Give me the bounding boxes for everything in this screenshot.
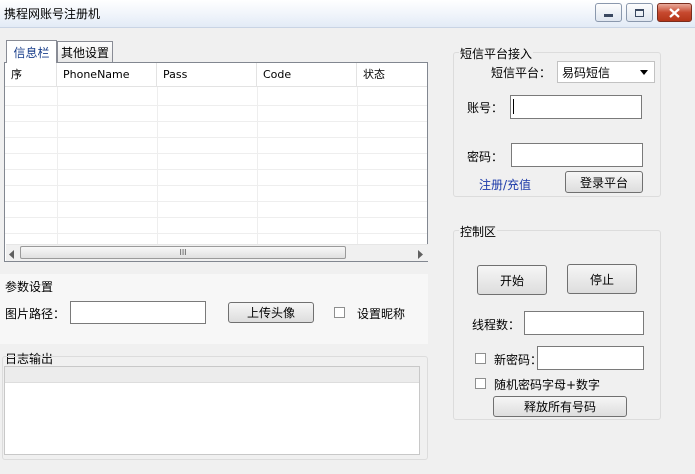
- column-header-index[interactable]: 序: [5, 63, 57, 87]
- new-password-label: 新密码：: [494, 353, 543, 367]
- scroll-right-button[interactable]: [416, 248, 424, 262]
- start-label: 开始: [499, 273, 524, 288]
- grid-line: [157, 87, 158, 244]
- image-path-label: 图片路径：: [5, 307, 66, 321]
- password-input[interactable]: [511, 143, 643, 167]
- grid-line: [5, 169, 427, 170]
- arrow-right-icon: [418, 250, 423, 259]
- release-all-numbers-button[interactable]: 释放所有号码: [493, 396, 627, 417]
- tab-other-settings[interactable]: 其他设置: [57, 41, 113, 63]
- column-header-pass[interactable]: Pass: [157, 63, 257, 87]
- chevron-down-icon: [640, 70, 648, 75]
- grid-line: [5, 121, 427, 122]
- random-password-checkbox[interactable]: [475, 378, 486, 389]
- sms-platform-select[interactable]: 易码短信: [557, 61, 655, 83]
- grid-line: [5, 105, 427, 106]
- horizontal-scrollbar[interactable]: III: [6, 244, 428, 261]
- grid-line: [5, 217, 427, 218]
- grid-line: [5, 137, 427, 138]
- minimize-icon: [604, 14, 613, 17]
- upload-avatar-label: 上传头像: [246, 306, 295, 320]
- stop-label: 停止: [589, 272, 614, 287]
- scroll-left-button[interactable]: [8, 248, 16, 262]
- close-icon: [669, 7, 680, 18]
- minimize-button[interactable]: [595, 3, 622, 22]
- login-platform-label: 登录平台: [579, 175, 628, 190]
- maximize-icon: [635, 8, 644, 17]
- scroll-thumb[interactable]: III: [20, 246, 346, 259]
- upload-avatar-button[interactable]: 上传头像: [228, 302, 314, 323]
- close-button[interactable]: [657, 3, 692, 22]
- account-label: 账号：: [467, 101, 504, 115]
- grid-line: [5, 201, 427, 202]
- grid-line: [257, 87, 258, 244]
- grid-line: [5, 185, 427, 186]
- release-all-numbers-label: 释放所有号码: [523, 400, 596, 414]
- control-title: 控制区: [459, 223, 498, 240]
- title-bar: 携程网账号注册机: [0, 0, 695, 28]
- tab-info-label: 信息栏: [13, 45, 50, 60]
- new-password-input[interactable]: [537, 346, 644, 370]
- sms-platform-label: 短信平台：: [491, 66, 552, 80]
- grid-line: [357, 87, 358, 244]
- column-header-phonename[interactable]: PhoneName: [57, 63, 157, 87]
- log-header-strip: [5, 367, 419, 383]
- start-button[interactable]: 开始: [477, 265, 547, 295]
- random-password-label: 随机密码字母+数字: [494, 378, 601, 392]
- column-header-status[interactable]: 状态: [357, 63, 427, 87]
- log-output-textarea[interactable]: [4, 366, 420, 455]
- text-cursor: [513, 99, 514, 114]
- grid-line: [5, 233, 427, 234]
- image-path-input[interactable]: [70, 301, 206, 324]
- register-recharge-link[interactable]: 注册/充值: [479, 176, 531, 193]
- scroll-thumb-grip: III: [179, 248, 187, 257]
- account-input[interactable]: [510, 95, 642, 119]
- maximize-button[interactable]: [626, 3, 653, 22]
- tab-info[interactable]: 信息栏: [6, 40, 57, 63]
- window-title: 携程网账号注册机: [4, 7, 101, 21]
- account-table[interactable]: 序 PhoneName Pass Code 状态 III: [4, 62, 428, 262]
- login-platform-button[interactable]: 登录平台: [565, 171, 643, 193]
- threads-input[interactable]: [524, 311, 644, 335]
- params-title: 参数设置: [5, 280, 54, 294]
- set-nickname-label: 设置昵称: [357, 307, 406, 321]
- new-password-checkbox[interactable]: [475, 353, 486, 364]
- grid-line: [57, 87, 58, 244]
- threads-label: 线程数：: [472, 318, 521, 332]
- column-header-code[interactable]: Code: [257, 63, 357, 87]
- sms-platform-selected: 易码短信: [562, 65, 611, 80]
- grid-line: [5, 153, 427, 154]
- password-label: 密码：: [467, 150, 504, 164]
- arrow-left-icon: [9, 250, 14, 259]
- set-nickname-checkbox[interactable]: [334, 307, 345, 318]
- stop-button[interactable]: 停止: [567, 264, 637, 294]
- sms-platform-title: 短信平台接入: [459, 45, 534, 62]
- tab-other-settings-label: 其他设置: [60, 46, 109, 60]
